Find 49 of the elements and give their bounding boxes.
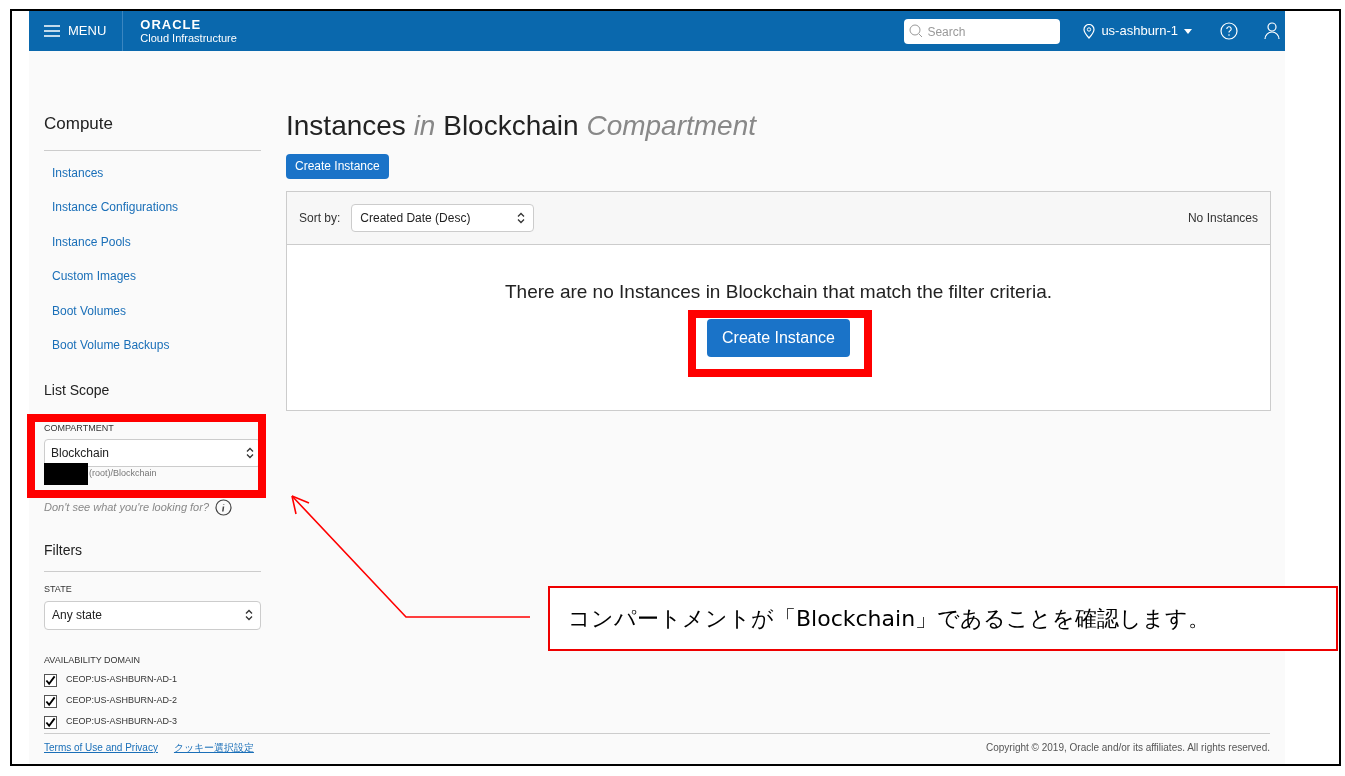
field-label: COMPARTMENT	[44, 421, 115, 435]
logo-title: ORACLE	[140, 18, 203, 31]
sidebar-link[interactable]: Instances	[52, 164, 261, 199]
sort-label: Sort by:	[299, 209, 341, 227]
menu-button[interactable]: MENU	[29, 11, 124, 51]
instance-count: No Instances	[1187, 209, 1258, 227]
sidebar-link[interactable]: Instance Configurations	[52, 199, 261, 234]
sidebar-title: Compute	[44, 113, 114, 135]
callout-text: コンパートメントが「Blockchain」であることを確認します。	[568, 605, 1211, 633]
info-icon[interactable]	[215, 499, 233, 516]
copyright-text: Copyright © 2019, Oracle and/or its affiliates. All rights reserved.	[986, 740, 1270, 755]
section-title: List Scope	[44, 380, 111, 400]
checkbox[interactable]	[44, 694, 57, 708]
checkbox-label: CEOP:US-ASHBURN-AD-3	[66, 715, 177, 729]
checkbox[interactable]	[44, 673, 57, 687]
user-icon[interactable]	[1264, 22, 1280, 40]
checkbox-label: CEOP:US-ASHBURN-AD-2	[66, 694, 177, 708]
chevron-updown-icon	[517, 211, 526, 224]
region-selector[interactable]: us-ashburn-1	[1083, 21, 1192, 41]
field-label: STATE	[44, 583, 73, 596]
chevron-updown-icon	[246, 447, 254, 459]
compartment-path: (root)/Blockchain	[89, 467, 157, 481]
sidebar-link[interactable]: Custom Images	[52, 268, 261, 303]
sidebar-link[interactable]: Boot Volumes	[52, 302, 261, 337]
create-instance-button[interactable]: Create Instance	[707, 319, 850, 357]
sort-select[interactable]: Created Date (Desc)	[351, 203, 535, 232]
section-title: Filters	[44, 541, 84, 560]
sidebar-link[interactable]: Instance Pools	[52, 233, 261, 268]
state-select[interactable]: Any state	[44, 600, 261, 630]
search-icon	[909, 23, 924, 38]
chevron-updown-icon	[245, 609, 253, 621]
help-icon[interactable]	[1220, 22, 1238, 40]
create-instance-button[interactable]: Create Instance	[286, 153, 389, 179]
menu-icon	[44, 25, 60, 37]
help-text: Don't see what you're looking for?	[44, 500, 210, 516]
logo-subtitle: Cloud Infrastructure	[140, 33, 237, 44]
footer-link[interactable]: クッキー選択設定	[173, 739, 254, 755]
redaction-block	[44, 463, 88, 485]
field-label: AVAILABILITY DOMAIN	[44, 653, 142, 667]
caret-icon	[1184, 28, 1192, 34]
empty-message: There are no Instances in Blockchain that match the filter criteria.	[504, 279, 1052, 304]
search-field[interactable]: Search	[904, 19, 1061, 44]
location-pin-icon	[1083, 23, 1096, 39]
checkbox-label: CEOP:US-ASHBURN-AD-1	[66, 673, 177, 687]
footer-link[interactable]: Terms of Use and Privacy	[44, 739, 158, 755]
compartment-select[interactable]: Blockchain	[44, 439, 261, 467]
sidebar-link[interactable]: Boot Volume Backups	[52, 337, 261, 372]
checkbox[interactable]	[44, 715, 57, 729]
page-title: Instances in Blockchain Compartment	[286, 109, 758, 143]
